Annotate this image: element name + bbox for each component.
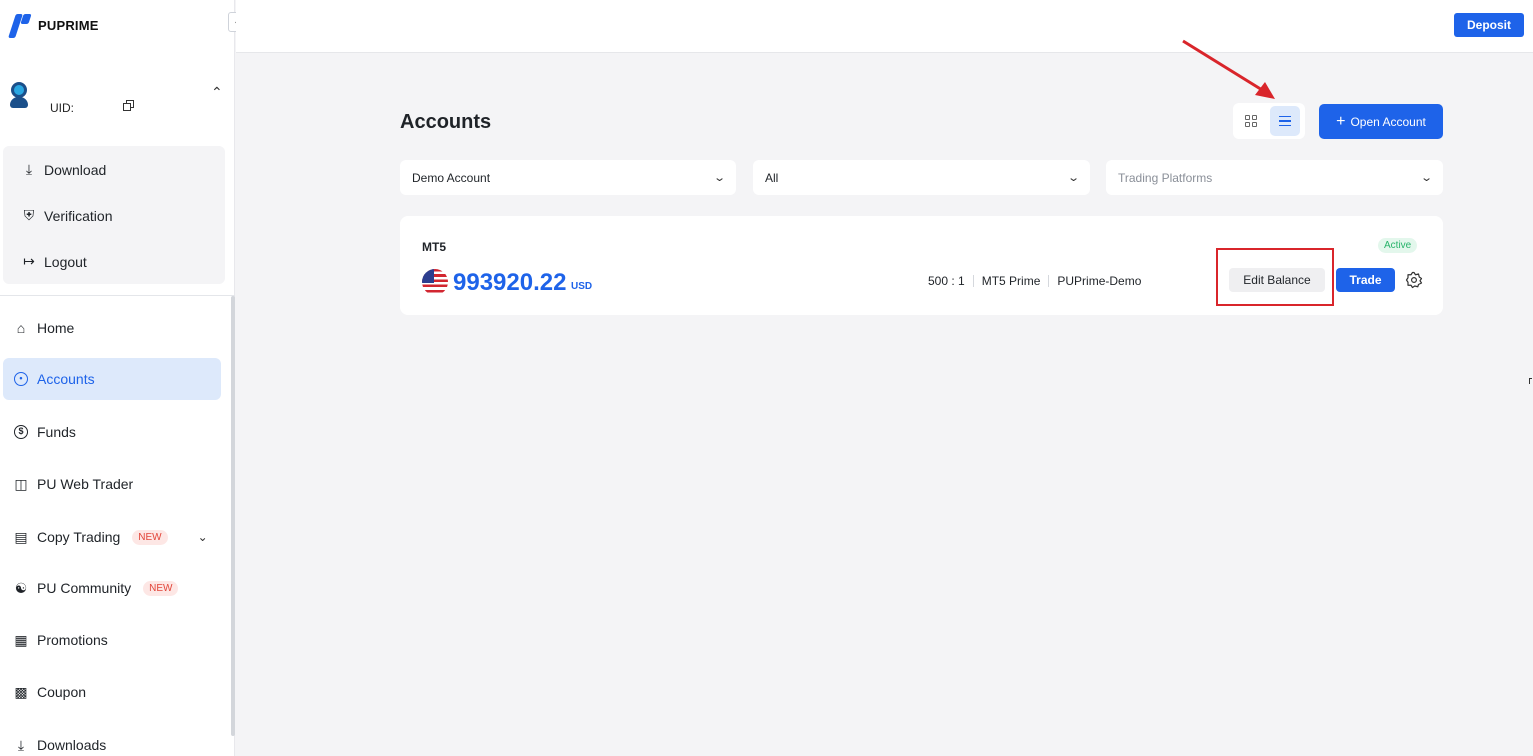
meta-divider (972, 275, 974, 287)
user-menu-logout[interactable]: ↦ Logout (22, 253, 87, 270)
brand-name: PUPRIME (38, 17, 99, 33)
candlestick-icon: ◫ (14, 475, 28, 492)
status-value: All (765, 170, 779, 185)
account-type-select[interactable]: Demo Account ⌄ (400, 160, 736, 195)
chevron-down-icon: ⌄ (1419, 172, 1433, 184)
status-badge: Active (1378, 238, 1418, 253)
new-badge: NEW (143, 580, 179, 596)
sidebar-item-promotions[interactable]: ▦ Promotions (3, 619, 221, 661)
sidebar-item-funds[interactable]: $ Funds (3, 411, 221, 453)
sidebar-item-copy-trading[interactable]: ▤ Copy Trading NEW ⌄ (3, 516, 221, 558)
list-icon (1279, 115, 1291, 127)
sidebar-item-coupon[interactable]: ▩ Coupon (3, 671, 221, 713)
coupon-icon: ▩ (14, 683, 28, 700)
copy-trading-icon: ▤ (14, 528, 28, 545)
gear-icon[interactable] (1405, 271, 1423, 289)
page-title: Accounts (400, 111, 492, 133)
puprime-logo-icon (8, 12, 32, 38)
dollar-icon: $ (13, 424, 29, 440)
user-menu-label: Logout (44, 253, 87, 270)
sidebar-item-label: Coupon (37, 684, 87, 700)
copy-icon[interactable] (123, 100, 135, 112)
account-platform: MT5 (422, 240, 446, 254)
gift-icon: ▦ (14, 631, 28, 648)
user-menu-verification[interactable]: ⛨ Verification (22, 207, 113, 224)
uid-label: UID: (50, 101, 74, 115)
sidebar: PUPRIME UID: ⌃ ⤓ Download ⛨ Verification… (0, 0, 235, 756)
open-account-button[interactable]: + Open Account (1319, 104, 1443, 139)
account-meta: 500 : 1 MT5 Prime PUPrime-Demo (928, 274, 1141, 288)
account-type: MT5 Prime (981, 274, 1041, 288)
account-currency: USD (571, 281, 593, 292)
sidebar-item-accounts[interactable]: • Accounts (3, 358, 221, 400)
sidebar-item-pu-community[interactable]: ☯ PU Community NEW (3, 567, 221, 609)
edge-marker (1529, 378, 1532, 384)
chevron-down-icon: ⌄ (712, 172, 726, 184)
sidebar-item-label: Copy Trading (37, 529, 121, 545)
account-server: PUPrime-Demo (1057, 274, 1142, 288)
meta-divider (1048, 275, 1050, 287)
account-type-value: Demo Account (412, 170, 491, 185)
user-menu: ⤓ Download ⛨ Verification ↦ Logout (3, 146, 225, 284)
user-menu-download[interactable]: ⤓ Download (22, 161, 106, 178)
new-badge: NEW (132, 529, 168, 545)
sidebar-item-label: Accounts (37, 371, 95, 387)
sidebar-item-label: PU Community (37, 580, 132, 596)
user-menu-label: Verification (44, 207, 113, 224)
brand-logo[interactable]: PUPRIME (8, 12, 99, 38)
account-card: MT5 993920.22 USD 500 : 1 MT5 Prime PUPr… (400, 216, 1443, 315)
account-balance: 993920.22 (453, 269, 567, 296)
shield-check-icon: ⛨ (23, 207, 35, 223)
plus-icon: + (1336, 112, 1346, 130)
download-icon: ⤓ (25, 161, 33, 177)
account-leverage: 500 : 1 (928, 274, 965, 288)
sidebar-item-label: Funds (37, 424, 76, 440)
top-bar: Deposit (236, 0, 1533, 53)
sidebar-item-label: Downloads (37, 737, 107, 753)
grid-view-button[interactable] (1236, 106, 1266, 136)
sidebar-item-home[interactable]: ⌂ Home (3, 307, 221, 349)
home-icon: ⌂ (16, 320, 26, 336)
status-select[interactable]: All ⌄ (753, 160, 1090, 195)
edit-balance-button[interactable]: Edit Balance (1229, 268, 1325, 292)
us-flag-icon (422, 269, 448, 295)
sidebar-item-label: PU Web Trader (37, 476, 134, 492)
sidebar-scrollbar[interactable] (231, 296, 235, 736)
list-view-button[interactable] (1270, 106, 1300, 136)
platform-select[interactable]: Trading Platforms ⌄ (1106, 160, 1443, 195)
avatar (8, 82, 30, 108)
user-profile[interactable]: UID: ⌃ (6, 80, 228, 120)
open-account-label: Open Account (1350, 114, 1426, 129)
community-icon: ☯ (14, 579, 28, 596)
logout-icon: ↦ (23, 253, 35, 269)
chevron-up-icon[interactable]: ⌃ (211, 84, 223, 101)
grid-icon (1245, 115, 1257, 127)
accounts-icon: • (13, 371, 29, 387)
chevron-down-icon: ⌄ (1066, 172, 1080, 184)
sidebar-item-label: Promotions (37, 632, 108, 648)
sidebar-item-label: Home (37, 320, 75, 336)
chevron-down-icon[interactable]: ⌄ (198, 530, 208, 544)
sidebar-item-downloads[interactable]: ⤓ Downloads (3, 724, 221, 756)
sidebar-divider (0, 295, 235, 296)
sidebar-item-pu-web-trader[interactable]: ◫ PU Web Trader (3, 463, 221, 505)
download-icon: ⤓ (17, 736, 25, 753)
trade-button[interactable]: Trade (1336, 268, 1395, 292)
user-menu-label: Download (44, 161, 107, 178)
annotation-arrow (1182, 39, 1275, 99)
view-toggle (1233, 103, 1305, 139)
platform-placeholder: Trading Platforms (1118, 170, 1213, 185)
deposit-button[interactable]: Deposit (1454, 13, 1524, 37)
